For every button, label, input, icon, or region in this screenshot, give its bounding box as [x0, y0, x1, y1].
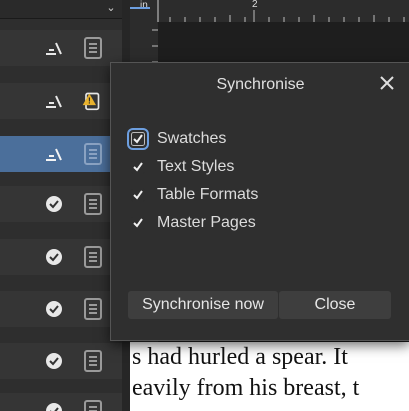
resource-row[interactable]: [0, 186, 122, 222]
horizontal-ruler[interactable]: in 2: [130, 0, 409, 23]
resource-panel: ⌄ !: [0, 0, 122, 411]
synced-check-icon: [46, 196, 62, 212]
edit-sync-icon[interactable]: [44, 92, 64, 110]
close-icon[interactable]: [378, 74, 396, 92]
edit-sync-icon[interactable]: [44, 39, 64, 57]
resource-row[interactable]: [0, 343, 122, 379]
synced-check-icon: [46, 249, 62, 265]
panel-header-strip: ⌄: [0, 0, 122, 19]
option-label: Text Styles: [157, 158, 235, 175]
document-icon: [84, 350, 102, 372]
svg-text:!: !: [88, 96, 91, 106]
edit-sync-icon[interactable]: [44, 145, 64, 163]
document-icon: [84, 193, 102, 215]
synchronise-dialog: Synchronise Swatches Text Styles Table F…: [110, 62, 409, 341]
resource-row[interactable]: [0, 30, 122, 66]
master-pages-checkbox[interactable]: [131, 216, 145, 230]
document-icon: [84, 143, 102, 165]
option-label: Master Pages: [157, 214, 256, 231]
document-icon: [84, 246, 102, 268]
synced-check-icon: [46, 353, 62, 369]
resource-row[interactable]: !: [0, 83, 122, 119]
synced-check-icon: [46, 301, 62, 317]
text-styles-checkbox[interactable]: [131, 160, 145, 174]
swatches-checkbox[interactable]: [127, 128, 149, 150]
ruler-ticks: [130, 0, 405, 22]
document-page[interactable]: s had hurled a spear. It eavily from his…: [130, 342, 409, 411]
document-icon: [84, 37, 102, 59]
option-label: Swatches: [157, 130, 227, 147]
synchronise-now-button[interactable]: Synchronise now: [128, 291, 278, 319]
close-button[interactable]: Close: [279, 291, 391, 319]
document-icon: [84, 400, 102, 411]
resource-row-selected[interactable]: [0, 136, 122, 172]
document-icon: [84, 298, 102, 320]
option-label: Table Formats: [157, 186, 259, 203]
document-text-line: s had hurled a spear. It: [132, 344, 348, 370]
warning-document-icon: !: [82, 92, 100, 111]
chevron-down-icon[interactable]: ⌄: [104, 0, 118, 16]
resource-row[interactable]: [0, 239, 122, 275]
document-text-line: eavily from his breast, t: [132, 375, 360, 401]
synced-check-icon: [46, 403, 62, 411]
resource-row[interactable]: [0, 291, 122, 327]
table-formats-checkbox[interactable]: [131, 188, 145, 202]
resource-row[interactable]: [0, 393, 122, 411]
dialog-title: Synchronise: [216, 76, 305, 93]
